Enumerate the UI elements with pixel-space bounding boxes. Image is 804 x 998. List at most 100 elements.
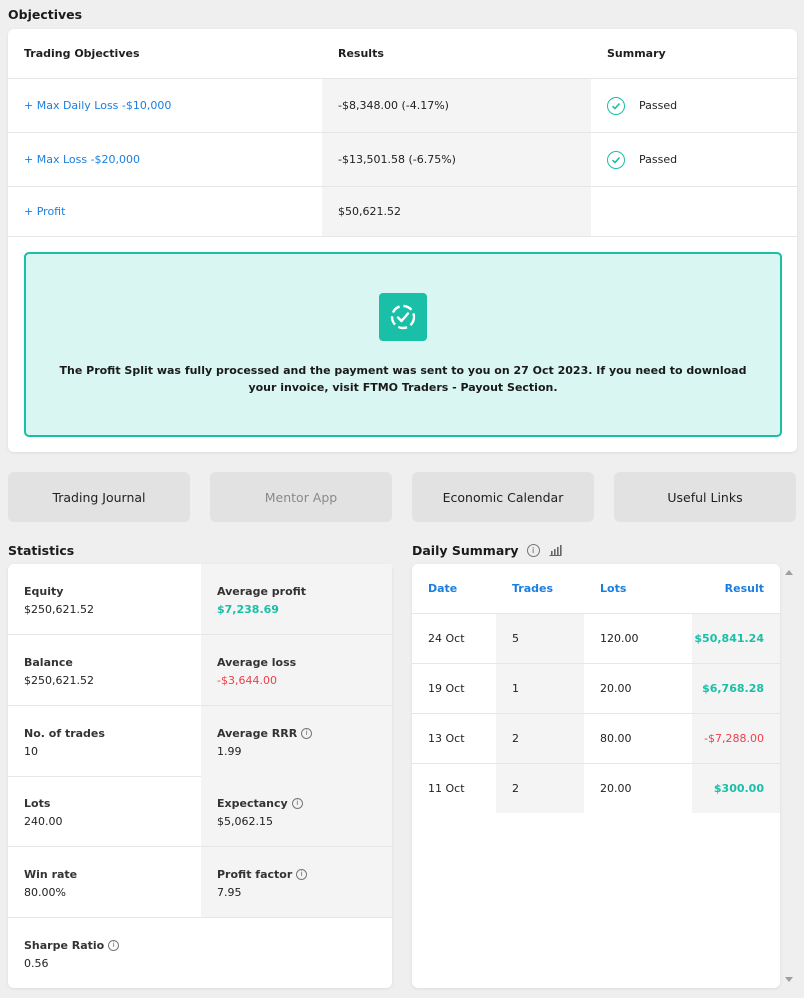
col-lots[interactable]: Lots <box>584 564 692 613</box>
status-passed: Passed <box>639 99 678 112</box>
result-cell: -$7,288.00 <box>692 714 780 763</box>
col-summary: Summary <box>607 47 666 60</box>
col-result[interactable]: Result <box>692 564 780 613</box>
dashed-check-circle-icon <box>379 293 427 341</box>
check-circle-icon <box>607 96 625 115</box>
expand-objective-link[interactable]: + Max Loss -$20,000 <box>24 153 140 166</box>
objective-cell: + Max Daily Loss -$10,000 <box>8 79 322 132</box>
date-cell: 19 Oct <box>428 682 465 695</box>
stat-label: Average profit <box>217 585 307 598</box>
stat-equity: Equity $250,621.52 <box>8 564 201 634</box>
stat-label: Equity <box>24 585 64 598</box>
trades-cell: 1 <box>496 664 584 713</box>
stat-value: 1.99 <box>217 745 242 758</box>
daily-summary-card: Date Trades Lots Result 24 Oct 5 120.00 … <box>412 564 780 988</box>
lots-cell: 80.00 <box>600 732 632 745</box>
stat-win-rate: Win rate 80.00% <box>8 847 201 917</box>
date-cell: 11 Oct <box>428 782 465 795</box>
stat-sharpe-ratio: Sharpe Ratio i 0.56 <box>8 918 201 988</box>
objective-cell: + Profit <box>8 187 322 236</box>
objective-row-profit: + Profit $50,621.52 <box>8 187 797 237</box>
stat-row: No. of trades 10 Average RRR i 1.99 <box>8 706 392 777</box>
summary-cell <box>591 187 797 236</box>
stat-value: 80.00% <box>24 886 66 899</box>
col-results: Results <box>338 47 384 60</box>
info-icon[interactable]: i <box>301 728 313 739</box>
trades-cell: 2 <box>496 714 584 763</box>
stat-profit-factor: Profit factor i 7.95 <box>201 847 392 917</box>
stat-label: No. of trades <box>24 727 105 740</box>
payout-banner: The Profit Split was fully processed and… <box>24 252 782 437</box>
stat-value: $250,621.52 <box>24 674 94 687</box>
scroll-up-arrow-icon[interactable] <box>785 570 793 575</box>
daily-header-row: Date Trades Lots Result <box>412 564 780 614</box>
trading-journal-button[interactable]: Trading Journal <box>8 472 190 522</box>
stat-label-wrap: Average RRR i <box>217 727 392 740</box>
stat-label-wrap: Expectancy i <box>217 797 392 810</box>
daily-summary-header: Daily Summary i <box>412 543 562 558</box>
trades-cell: 5 <box>496 614 584 663</box>
check-circle-icon <box>607 150 625 169</box>
lots-cell: 20.00 <box>600 782 632 795</box>
table-row: 24 Oct 5 120.00 $50,841.24 <box>412 614 780 664</box>
lots-cell: 120.00 <box>600 632 639 645</box>
col-date[interactable]: Date <box>412 564 496 613</box>
stat-lots: Lots 240.00 <box>8 776 201 846</box>
stat-balance: Balance $250,621.52 <box>8 635 201 705</box>
summary-cell: Passed <box>591 79 797 132</box>
result-cell: $300.00 <box>692 764 780 813</box>
col-trading-objectives: Trading Objectives <box>24 47 140 60</box>
daily-summary-scrollbar[interactable] <box>782 564 796 988</box>
economic-calendar-button[interactable]: Economic Calendar <box>412 472 594 522</box>
result-cell: $50,841.24 <box>692 614 780 663</box>
bar-chart-icon[interactable] <box>549 545 562 556</box>
expand-objective-link[interactable]: + Max Daily Loss -$10,000 <box>24 99 171 112</box>
objective-cell: + Max Loss -$20,000 <box>8 133 322 186</box>
stat-row: Equity $250,621.52 Average profit $7,238… <box>8 564 392 635</box>
info-icon[interactable]: i <box>108 940 120 951</box>
stat-value: 0.56 <box>24 957 49 970</box>
mentor-app-button[interactable]: Mentor App <box>210 472 392 522</box>
stat-value: $250,621.52 <box>24 603 94 616</box>
stat-row: Sharpe Ratio i 0.56 <box>8 918 392 988</box>
stat-label: Win rate <box>24 868 78 881</box>
stat-label-wrap: Sharpe Ratio i <box>24 939 201 952</box>
objective-label: Max Daily Loss -$10,000 <box>36 99 172 112</box>
objective-label: Profit <box>36 205 66 218</box>
objective-row-max-loss: + Max Loss -$20,000 -$13,501.58 (-6.75%)… <box>8 133 797 187</box>
useful-links-button[interactable]: Useful Links <box>614 472 796 522</box>
stat-label: Profit factor <box>217 868 293 881</box>
stat-label: Expectancy <box>217 797 288 810</box>
date-cell: 13 Oct <box>428 732 465 745</box>
stat-value: 7.95 <box>217 886 242 899</box>
stat-expectancy: Expectancy i $5,062.15 <box>201 776 392 846</box>
plus-icon: + <box>24 153 34 166</box>
lots-cell: 20.00 <box>600 682 632 695</box>
objectives-header-row: Trading Objectives Results Summary <box>8 29 797 79</box>
objectives-card: Trading Objectives Results Summary + Max… <box>8 29 797 452</box>
info-icon[interactable]: i <box>526 544 540 557</box>
result-value: -$8,348.00 (-4.17%) <box>322 79 591 132</box>
stat-value: $5,062.15 <box>217 815 273 828</box>
info-icon[interactable]: i <box>291 798 303 809</box>
scroll-down-arrow-icon[interactable] <box>785 977 793 982</box>
objective-row-max-daily-loss: + Max Daily Loss -$10,000 -$8,348.00 (-4… <box>8 79 797 133</box>
status-passed: Passed <box>639 153 678 166</box>
summary-cell: Passed <box>591 133 797 186</box>
trades-cell: 2 <box>496 764 584 813</box>
stat-row: Win rate 80.00% Profit factor i 7.95 <box>8 847 392 918</box>
stat-no-of-trades: No. of trades 10 <box>8 706 201 776</box>
result-value: $50,621.52 <box>322 187 591 236</box>
objectives-title: Objectives <box>8 7 83 22</box>
stat-value: 240.00 <box>24 815 63 828</box>
info-icon[interactable]: i <box>296 869 308 880</box>
objective-label: Max Loss -$20,000 <box>36 153 141 166</box>
stat-row: Balance $250,621.52 Average loss -$3,644… <box>8 635 392 706</box>
stat-label: Average loss <box>217 656 297 669</box>
daily-summary-title: Daily Summary <box>412 543 519 558</box>
col-trades[interactable]: Trades <box>496 564 584 613</box>
date-cell: 24 Oct <box>428 632 465 645</box>
statistics-card: Equity $250,621.52 Average profit $7,238… <box>8 564 392 988</box>
stat-row: Lots 240.00 Expectancy i $5,062.15 <box>8 776 392 847</box>
expand-objective-link[interactable]: + Profit <box>24 205 65 218</box>
